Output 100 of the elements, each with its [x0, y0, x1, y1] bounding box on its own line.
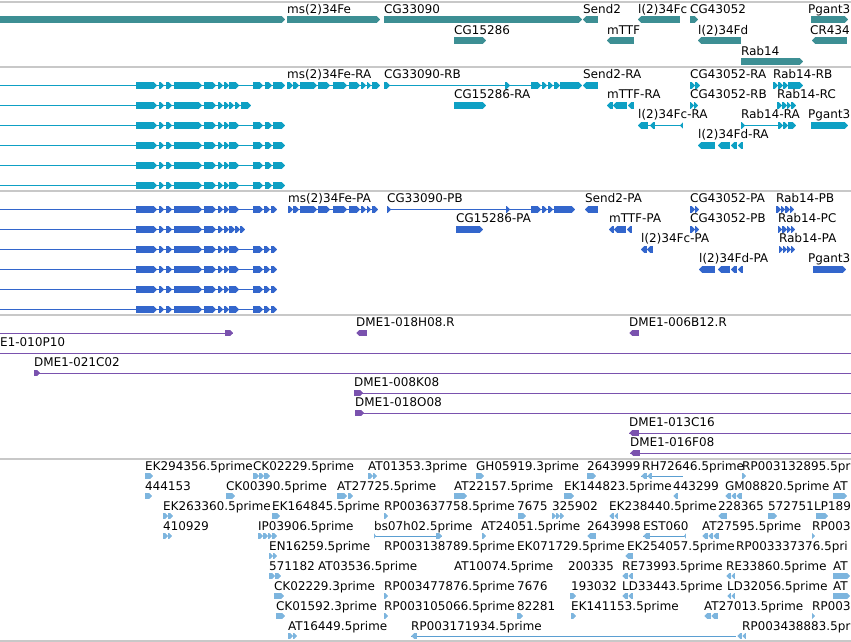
clone-label: DME1-018O08 — [355, 396, 442, 409]
gene-label: l(2)34Fd — [698, 24, 748, 37]
est-label: AT03536.5prime — [318, 560, 418, 573]
gene-label: CG43052 — [690, 3, 746, 16]
est-label: RP003132895.5pr — [742, 460, 850, 473]
est-label: 443299 — [673, 480, 719, 493]
est-label: CK02229.3prime — [274, 580, 375, 593]
est-label: CK01592.3prime — [276, 600, 377, 613]
est-label: RP003337376.5pri — [736, 540, 848, 553]
transcript-label: Rab14-RC — [777, 88, 836, 101]
polypeptide-label: Pgant3 — [808, 252, 850, 265]
clone-label: DME1-006B12.R — [629, 316, 727, 329]
polypeptide-label: mTTF-PA — [609, 212, 662, 225]
est-label: AT — [833, 480, 848, 493]
est-label: 82281 — [517, 600, 556, 613]
clone-label: E1-010P10 — [0, 336, 65, 349]
est-label: 193032 — [571, 580, 617, 593]
polypeptide-label: Rab14-PB — [776, 192, 834, 205]
polypeptide-label: Rab14-PC — [778, 212, 836, 225]
est-label: IP03906.5prime — [258, 520, 354, 533]
est-label: 410929 — [163, 520, 209, 533]
polypeptide-label: CG15286-PA — [456, 212, 531, 225]
est-label: bs07h02.5prime — [374, 520, 472, 533]
est-label: AT27595.5prime — [702, 520, 802, 533]
gene-label: ms(2)34Fe — [287, 3, 351, 16]
est-label: RH72646.5prime — [642, 460, 744, 473]
est-label: EK144823.5prime — [564, 480, 672, 493]
polypeptide-label: CG43052-PB — [690, 212, 766, 225]
est-label: EK294356.5prime — [145, 460, 253, 473]
est-label: CK00390.5prime — [226, 480, 327, 493]
est-label: AT27725.5prime — [337, 480, 436, 493]
clone-label: DME1-021C02 — [34, 356, 120, 369]
est-label: 2643999 — [587, 460, 640, 473]
est-label: RP003637758.5prime — [384, 500, 515, 513]
est-label: AT22157.5prime — [454, 480, 554, 493]
est-label: CK02229.5prime — [253, 460, 354, 473]
est-label: RE33860.5prime — [726, 560, 826, 573]
polypeptide-label: ms(2)34Fe-PA — [288, 192, 371, 205]
est-label: EN16259.5prime — [269, 540, 370, 553]
est-label: EK263360.5prime — [163, 500, 271, 513]
polypeptide-label: l(2)34Fc-PA — [641, 232, 710, 245]
est-label: RP003138789.5prime — [384, 540, 515, 553]
transcript-label: mTTF-RA — [607, 88, 660, 101]
clone-label: DME1-008K08 — [354, 376, 440, 389]
est-label: 444153 — [145, 480, 191, 493]
est-label: RP003438883.5pr — [742, 620, 850, 633]
transcript-label: CG33090-RB — [384, 68, 461, 81]
est-label: GH05919.3prime — [476, 460, 579, 473]
polypeptide-label: Send2-PA — [585, 192, 642, 205]
est-label: EK238440.5prime — [609, 500, 717, 513]
polypeptide-label: CG43052-PA — [690, 192, 765, 205]
transcript-label: CG15286-RA — [454, 88, 530, 101]
est-label: 325902 — [552, 500, 598, 513]
est-label: AT27013.5prime — [704, 600, 804, 613]
est-label: LP189 — [814, 500, 851, 513]
gene-label: CG33090 — [384, 3, 440, 16]
est-label: AT24051.5prime — [481, 520, 580, 533]
est-label: 7675 — [517, 500, 548, 513]
gene-label: Pgant3 — [808, 3, 850, 16]
est-label: 572751 — [768, 500, 814, 513]
gene-label: CG15286 — [454, 24, 510, 37]
clone-label: DME1-018H08.R — [356, 316, 454, 329]
est-label: LD33443.5prime — [622, 580, 723, 593]
polypeptide-label: l(2)34Fd-PA — [699, 252, 768, 265]
est-label: EST060 — [643, 520, 688, 533]
est-label: EK141153.5prime — [571, 600, 679, 613]
transcript-label: Rab14-RB — [773, 68, 832, 81]
est-label: EK254057.5prime — [627, 540, 735, 553]
est-label: AT — [833, 560, 848, 573]
est-label: GM08820.5prime — [725, 480, 830, 493]
gene-label: Rab14 — [741, 45, 780, 58]
est-label: AT16449.5prime — [288, 620, 388, 633]
est-label: LD32056.5prime — [727, 580, 828, 593]
transcript-label: Rab14-RA — [741, 108, 800, 121]
gene-label: mTTF — [607, 24, 640, 37]
transcript-label: ms(2)34Fe-RA — [287, 68, 372, 81]
est-label: 7676 — [517, 580, 548, 593]
transcript-label: Pgant3 — [808, 108, 850, 121]
est-label: AT01353.3prime — [368, 460, 468, 473]
clone-label: DME1-016F08 — [630, 436, 714, 449]
est-label: 571182 — [269, 560, 315, 573]
gene-label: l(2)34Fc — [638, 3, 688, 16]
est-label: RP003 — [812, 520, 850, 533]
est-label: RP003477876.5prime — [384, 580, 515, 593]
est-label: AT — [833, 580, 848, 593]
est-label: RE73993.5prime — [622, 560, 722, 573]
est-label: 228365 — [718, 500, 764, 513]
est-label: RP003105066.5prime — [384, 600, 515, 613]
transcript-label: Send2-RA — [583, 68, 642, 81]
gene-label: Send2 — [583, 3, 621, 16]
polypeptide-label: Rab14-PA — [779, 232, 836, 245]
est-label: RP003171934.5prime — [411, 620, 542, 633]
est-label: RP003 — [812, 600, 850, 613]
est-label: EK071729.5prime — [517, 540, 625, 553]
est-label: AT10074.5prime — [454, 560, 554, 573]
est-label: EK164845.5prime — [272, 500, 380, 513]
est-label: 200335 — [568, 560, 614, 573]
transcript-label: CG43052-RA — [690, 68, 766, 81]
est-label: 2643998 — [587, 520, 640, 533]
transcript-label: l(2)34Fd-RA — [698, 128, 769, 141]
